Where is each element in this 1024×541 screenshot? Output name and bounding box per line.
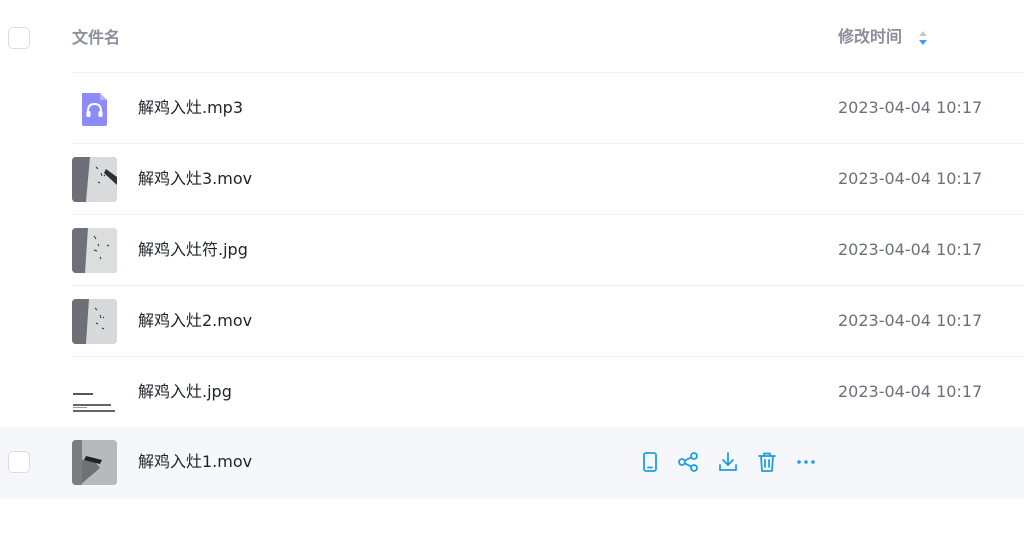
file-row[interactable]: 解鸡入灶.mp3 2023-04-04 10:17: [0, 73, 1024, 144]
document-image-thumbnail: [72, 370, 117, 415]
image-thumbnail: [72, 228, 117, 273]
video-thumbnail: [72, 299, 117, 344]
file-row[interactable]: 解鸡入灶符.jpg 2023-04-04 10:17: [0, 215, 1024, 286]
file-modified-time: 2023-04-04 10:17: [838, 311, 983, 330]
file-name[interactable]: 解鸡入灶符.jpg: [138, 239, 248, 261]
file-name[interactable]: 解鸡入灶.jpg: [138, 381, 232, 403]
select-all-checkbox[interactable]: [8, 27, 30, 49]
file-modified-time: 2023-04-04 10:17: [838, 98, 983, 117]
phone-icon[interactable]: [638, 450, 662, 474]
sort-icon[interactable]: [917, 28, 929, 48]
file-name[interactable]: 解鸡入灶1.mov: [138, 451, 252, 473]
share-icon[interactable]: [676, 450, 700, 474]
file-modified-time: 2023-04-04 10:17: [838, 240, 983, 259]
download-icon[interactable]: [716, 450, 740, 474]
file-modified-time: 2023-04-04 10:17: [838, 169, 983, 188]
row-checkbox[interactable]: [8, 451, 30, 473]
file-row[interactable]: 解鸡入灶3.mov 2023-04-04 10:17: [0, 144, 1024, 215]
column-header-filename[interactable]: 文件名: [72, 27, 120, 49]
file-name[interactable]: 解鸡入灶2.mov: [138, 310, 252, 332]
file-row-hovered[interactable]: 解鸡入灶1.mov: [0, 427, 1024, 498]
audio-file-icon: [72, 86, 117, 131]
video-thumbnail: [72, 157, 117, 202]
video-thumbnail: [72, 440, 117, 485]
file-name[interactable]: 解鸡入灶.mp3: [138, 97, 243, 119]
file-modified-time: 2023-04-04 10:17: [838, 382, 983, 401]
file-list-header: 文件名 修改时间: [0, 0, 1024, 73]
file-row[interactable]: 解鸡入灶.jpg 2023-04-04 10:17: [0, 357, 1024, 428]
file-row[interactable]: 解鸡入灶2.mov 2023-04-04 10:17: [0, 286, 1024, 357]
more-icon[interactable]: [794, 450, 818, 474]
file-name[interactable]: 解鸡入灶3.mov: [138, 168, 252, 190]
delete-icon[interactable]: [755, 450, 779, 474]
column-header-modified-time[interactable]: 修改时间: [838, 26, 902, 48]
